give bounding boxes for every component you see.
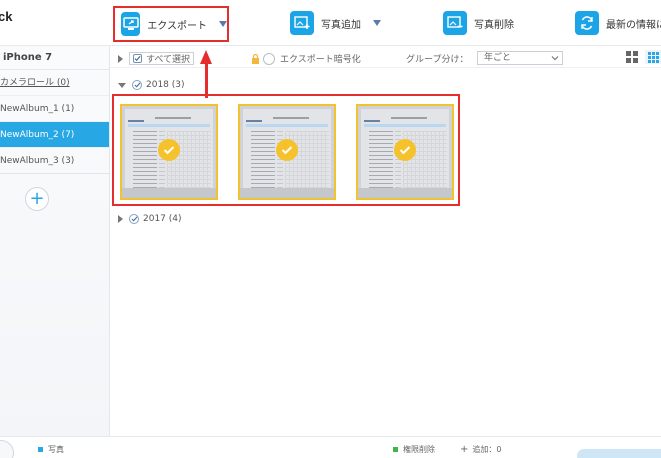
delete-color-swatch xyxy=(393,447,398,452)
encrypt-label: エクスポート暗号化 xyxy=(280,55,361,65)
selected-check-icon[interactable] xyxy=(394,139,416,161)
select-all-label: すべて選択 xyxy=(146,55,191,65)
group-2017-label: 2017 (4) xyxy=(143,214,182,224)
delete-permission-label: 権限削除 xyxy=(403,445,435,454)
sidebar-divider xyxy=(0,173,110,174)
group-by-value: 年ごと xyxy=(484,53,512,63)
caret-right-icon[interactable] xyxy=(118,215,123,223)
sidebar-item-newalbum-1[interactable]: NewAlbum_1 (1) xyxy=(0,96,109,122)
photos-color-swatch xyxy=(38,447,43,452)
sidebar-item-label: NewAlbum_3 (3) xyxy=(0,156,75,166)
sidebar-item-newalbum-2[interactable]: NewAlbum_2 (7) xyxy=(0,122,109,148)
group-2017-checkbox[interactable] xyxy=(129,214,139,224)
photos-legend: 写真 xyxy=(38,444,64,455)
thumbnail-footer xyxy=(358,188,452,198)
thumbnail-footer xyxy=(240,188,334,198)
delete-photo-button[interactable]: 写真削除 xyxy=(443,9,514,37)
select-all-box[interactable]: すべて選択 xyxy=(129,52,195,65)
annotation-arrow-line xyxy=(205,62,208,98)
sidebar-item-newalbum-3[interactable]: NewAlbum_3 (3) xyxy=(0,148,109,174)
group-2018-checkbox[interactable] xyxy=(132,80,142,90)
transfer-button[interactable] xyxy=(577,449,661,458)
select-all-toggle[interactable]: すべて選択 xyxy=(118,52,195,65)
add-photo-icon xyxy=(290,11,314,35)
chevron-down-icon[interactable] xyxy=(373,20,381,26)
group-by-label: グループ分け： xyxy=(406,55,469,65)
photo-thumbnail[interactable] xyxy=(356,104,454,200)
sidebar-item-label: NewAlbum_1 (1) xyxy=(0,104,75,114)
device-name: iPhone 7 xyxy=(0,46,109,70)
add-photo-label: 写真追加 xyxy=(321,19,361,31)
group-by-select[interactable]: 年ごと xyxy=(477,51,563,65)
select-all-checkbox[interactable] xyxy=(133,54,142,63)
sidebar-item-label: カメラロール (0) xyxy=(0,78,70,88)
check-icon xyxy=(134,55,141,62)
caret-right-icon xyxy=(118,54,123,63)
sidebar-item-label: NewAlbum_2 (7) xyxy=(0,130,75,140)
delete-photo-icon xyxy=(443,11,467,35)
selected-check-icon[interactable] xyxy=(276,139,298,161)
lock-icon xyxy=(251,53,260,64)
app-brand: ck xyxy=(0,9,13,24)
refresh-icon xyxy=(575,11,599,35)
add-count-label: 追加：0 xyxy=(472,445,502,454)
photo-thumbnail[interactable] xyxy=(238,104,336,200)
export-button[interactable]: エクスポート xyxy=(113,6,229,42)
encrypt-export-option[interactable]: エクスポート暗号化 xyxy=(251,52,361,65)
delete-photo-label: 写真削除 xyxy=(474,19,514,31)
selected-check-icon[interactable] xyxy=(158,139,180,161)
refresh-button[interactable]: 最新の情報に xyxy=(575,9,661,37)
options-bar: すべて選択 エクスポート暗号化 グループ分け： 年ごと xyxy=(110,46,661,68)
export-label: エクスポート xyxy=(147,20,207,32)
add-album-button[interactable]: + xyxy=(25,187,49,211)
status-bar: 写真 権限削除 + 追加：0 xyxy=(0,436,661,458)
sidebar-item-camera-roll[interactable]: カメラロール (0) xyxy=(0,70,109,96)
thumbnail-footer xyxy=(122,188,216,198)
photo-thumbnail[interactable] xyxy=(120,104,218,200)
photos-legend-label: 写真 xyxy=(48,445,64,454)
sidebar: iPhone 7 カメラロール (0) NewAlbum_1 (1) NewAl… xyxy=(0,46,110,436)
export-icon xyxy=(121,12,141,36)
back-button[interactable] xyxy=(0,440,14,458)
grid-view-button[interactable] xyxy=(625,50,639,64)
plus-icon: + xyxy=(29,188,45,209)
chevron-down-icon xyxy=(551,56,559,61)
check-icon xyxy=(131,216,137,222)
toolbar: ck エクスポート 写真追加 写真削除 最新の情報に xyxy=(0,0,661,46)
add-count: + 追加：0 xyxy=(460,444,501,455)
check-icon xyxy=(134,82,140,88)
group-2018-header[interactable]: 2018 (3) xyxy=(118,80,185,90)
encrypt-radio[interactable] xyxy=(263,52,275,65)
plus-icon: + xyxy=(460,444,469,455)
selected-photos-highlight xyxy=(112,94,460,206)
group-2017-header[interactable]: 2017 (4) xyxy=(118,214,182,224)
refresh-label: 最新の情報に xyxy=(606,19,661,31)
delete-permission-legend: 権限削除 xyxy=(393,444,435,455)
add-photo-button[interactable]: 写真追加 xyxy=(290,9,381,37)
chevron-down-icon[interactable] xyxy=(219,21,227,27)
caret-down-icon[interactable] xyxy=(118,82,126,88)
group-2018-label: 2018 (3) xyxy=(146,80,185,90)
thumbnail-view-button[interactable] xyxy=(645,50,661,64)
